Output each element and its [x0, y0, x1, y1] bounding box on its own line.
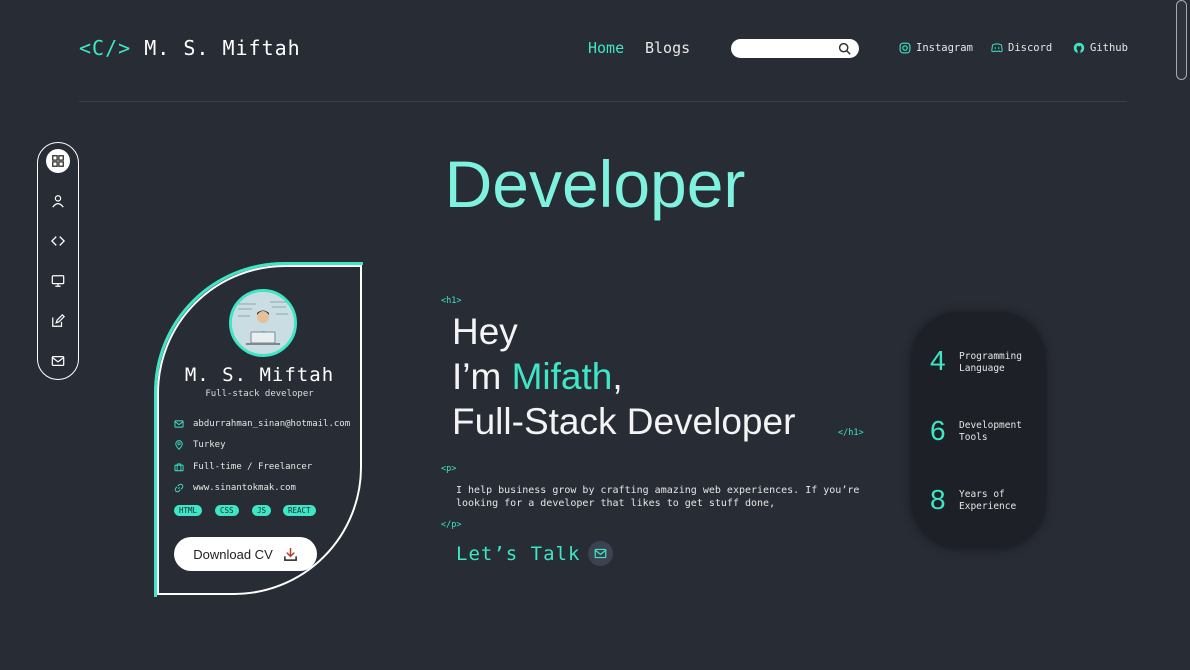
card-location: Turkey — [174, 440, 226, 450]
stat-label-line: Language — [959, 363, 1005, 374]
lets-talk-link[interactable]: Let’s Talk — [456, 543, 580, 565]
github-icon — [1073, 42, 1085, 54]
link-icon — [174, 483, 184, 493]
stat-number: 4 — [930, 345, 946, 376]
logo-name: M. S. Miftah — [144, 36, 301, 60]
download-icon — [283, 547, 297, 561]
monitor-icon — [51, 275, 65, 287]
search-bar — [731, 39, 859, 58]
side-nav-contact[interactable] — [46, 349, 70, 373]
code-icon — [51, 236, 65, 246]
logo-bracket: <C/> — [79, 36, 132, 60]
nav-blogs[interactable]: Blogs — [645, 39, 690, 57]
p-close-tag: </p> — [441, 520, 462, 530]
briefcase-icon — [174, 463, 184, 472]
stat-number: 6 — [930, 415, 946, 446]
stat-label-line: Development — [959, 420, 1022, 431]
card-availability-text: Full-time / Freelancer — [193, 462, 313, 472]
h1-open-tag: <h1> — [441, 296, 462, 306]
github-label: Github — [1090, 42, 1128, 54]
mail-icon — [174, 420, 184, 428]
site-logo[interactable]: <C/> M. S. Miftah — [79, 36, 301, 60]
stat-number: 8 — [930, 484, 946, 515]
card-name: M. S. Miftah — [184, 364, 335, 386]
card-location-text: Turkey — [193, 440, 226, 450]
stat-label: Years of Experience — [959, 489, 1016, 513]
p-open-tag: <p> — [441, 464, 457, 474]
card-role: Full-stack developer — [205, 389, 314, 399]
skill-tag: REACT — [283, 505, 316, 516]
search-icon[interactable] — [838, 42, 851, 55]
instagram-link[interactable]: Instagram — [899, 42, 973, 54]
edit-icon — [52, 314, 65, 327]
skill-tag: CSS — [215, 505, 239, 516]
discord-label: Discord — [1008, 42, 1053, 54]
h1-close-tag: </h1> — [838, 428, 864, 438]
nav-home[interactable]: Home — [588, 39, 624, 57]
location-pin-icon — [175, 440, 183, 450]
headline-greeting: I’m — [452, 356, 512, 397]
discord-link[interactable]: Discord — [991, 42, 1052, 54]
skill-tag: HTML — [174, 505, 203, 516]
hero-title: Developer — [444, 147, 746, 221]
github-link[interactable]: Github — [1073, 42, 1128, 54]
headline-line-3: Full-Stack Developer — [452, 401, 796, 442]
stat-label-line: Tools — [959, 432, 988, 443]
headline-comma: , — [612, 356, 623, 397]
skill-tag: JS — [252, 505, 272, 516]
stat-label: Development Tools — [959, 420, 1022, 444]
stat-label: Programming Language — [959, 351, 1022, 375]
download-cv-label: Download CV — [193, 546, 273, 562]
headline-line-1: Hey — [452, 311, 518, 352]
lets-talk-button[interactable] — [588, 541, 613, 566]
instagram-icon — [899, 42, 911, 54]
headline-line-2: I’m Mifath, — [452, 356, 623, 398]
side-nav-blog[interactable] — [46, 309, 70, 333]
mail-icon — [51, 356, 65, 366]
avatar-illustration — [232, 292, 294, 354]
stat-label-line: Experience — [959, 501, 1017, 512]
discord-icon — [991, 43, 1003, 53]
mail-icon — [594, 548, 607, 559]
card-availability: Full-time / Freelancer — [174, 462, 312, 472]
download-cv-button[interactable]: Download CV — [174, 537, 317, 571]
scrollbar[interactable] — [1176, 0, 1187, 80]
search-input[interactable] — [739, 41, 839, 57]
intro-paragraph: I help business grow by crafting amazing… — [456, 485, 860, 509]
stat-label-line: Years of — [959, 489, 1005, 500]
avatar — [229, 289, 297, 357]
card-email[interactable]: abdurrahman_sinan@hotmail.com — [174, 419, 350, 429]
card-website-text: www.sinantokmak.com — [193, 483, 296, 493]
instagram-label: Instagram — [916, 42, 973, 54]
side-nav-code[interactable] — [46, 229, 70, 253]
stat-label-line: Programming — [959, 351, 1022, 362]
side-nav-projects[interactable] — [46, 269, 70, 293]
headline-name: Mifath — [511, 356, 613, 397]
card-email-text: abdurrahman_sinan@hotmail.com — [193, 419, 351, 429]
header-divider — [79, 101, 1127, 102]
card-website[interactable]: www.sinantokmak.com — [174, 483, 296, 493]
